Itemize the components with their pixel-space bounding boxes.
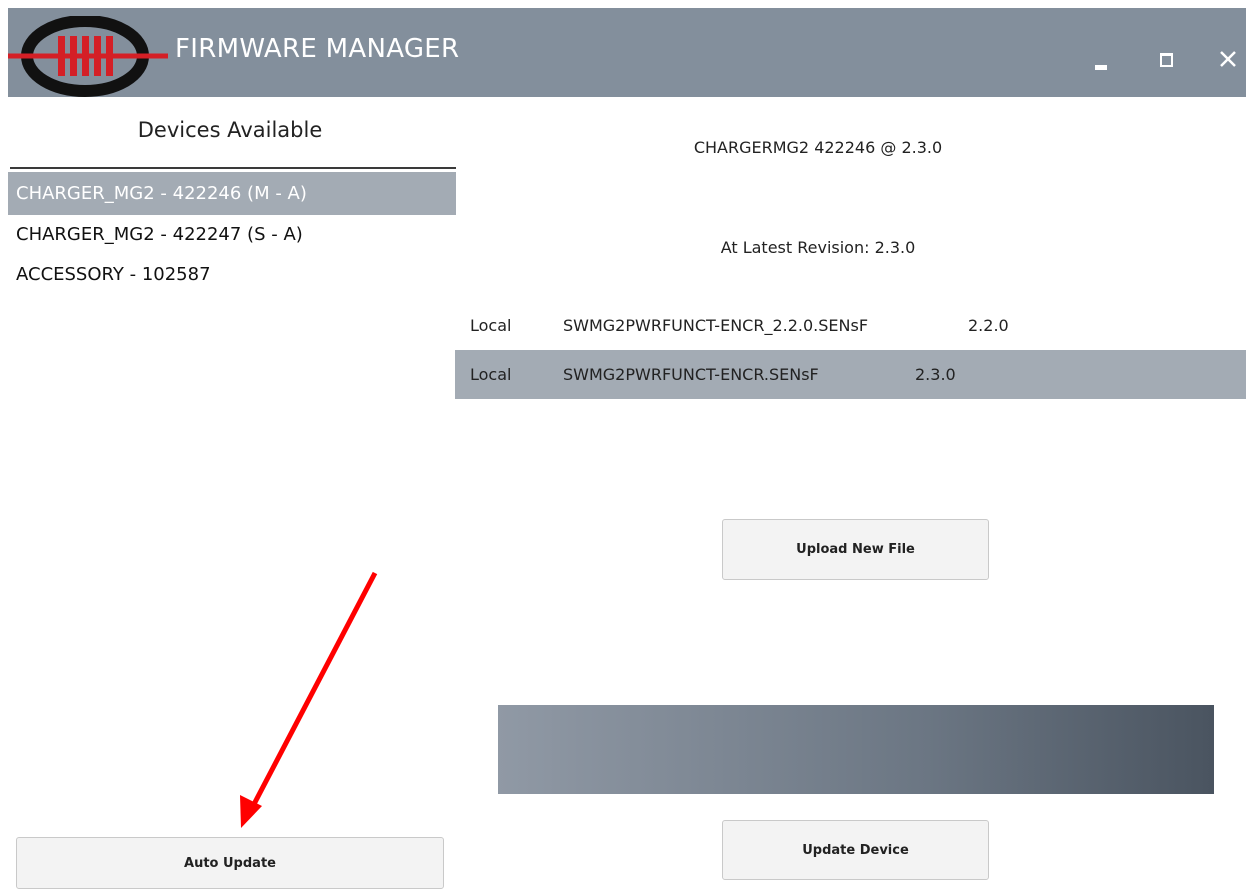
file-version: 2.2.0 xyxy=(968,316,1009,335)
close-button[interactable] xyxy=(1216,46,1240,72)
device-list: CHARGER_MG2 - 422246 (M - A) CHARGER_MG2… xyxy=(8,172,456,295)
file-source: Local xyxy=(470,316,512,335)
app-logo xyxy=(8,16,168,97)
divider xyxy=(10,167,456,169)
app-title: FIRMWARE MANAGER xyxy=(175,34,460,64)
file-version: 2.3.0 xyxy=(915,365,956,384)
title-bar: FIRMWARE MANAGER xyxy=(8,8,1246,97)
device-item[interactable]: CHARGER_MG2 - 422247 (S - A) xyxy=(8,215,456,255)
devices-panel-title: Devices Available xyxy=(137,118,323,142)
maximize-button[interactable] xyxy=(1156,48,1176,70)
maximize-icon xyxy=(1160,53,1173,67)
revision-status: At Latest Revision: 2.3.0 xyxy=(720,238,916,257)
minimize-icon xyxy=(1095,65,1107,70)
file-row[interactable]: Local SWMG2PWRFUNCT-ENCR.SENsF 2.3.0 xyxy=(455,350,1246,399)
file-name: SWMG2PWRFUNCT-ENCR.SENsF xyxy=(563,365,819,384)
update-progress-bar xyxy=(498,705,1214,794)
close-icon xyxy=(1220,51,1236,67)
device-header: CHARGERMG2 422246 @ 2.3.0 xyxy=(693,138,943,157)
minimize-button[interactable] xyxy=(1093,53,1109,73)
device-item[interactable]: CHARGER_MG2 - 422246 (M - A) xyxy=(8,172,456,215)
update-device-button[interactable]: Update Device xyxy=(722,820,989,880)
file-row[interactable]: Local SWMG2PWRFUNCT-ENCR_2.2.0.SENsF 2.2… xyxy=(455,301,1246,350)
device-item[interactable]: ACCESSORY - 102587 xyxy=(8,255,456,295)
file-source: Local xyxy=(470,365,512,384)
auto-update-button[interactable]: Auto Update xyxy=(16,837,444,889)
file-name: SWMG2PWRFUNCT-ENCR_2.2.0.SENsF xyxy=(563,316,869,335)
firmware-file-list: Local SWMG2PWRFUNCT-ENCR_2.2.0.SENsF 2.2… xyxy=(455,301,1246,399)
upload-new-file-button[interactable]: Upload New File xyxy=(722,519,989,580)
